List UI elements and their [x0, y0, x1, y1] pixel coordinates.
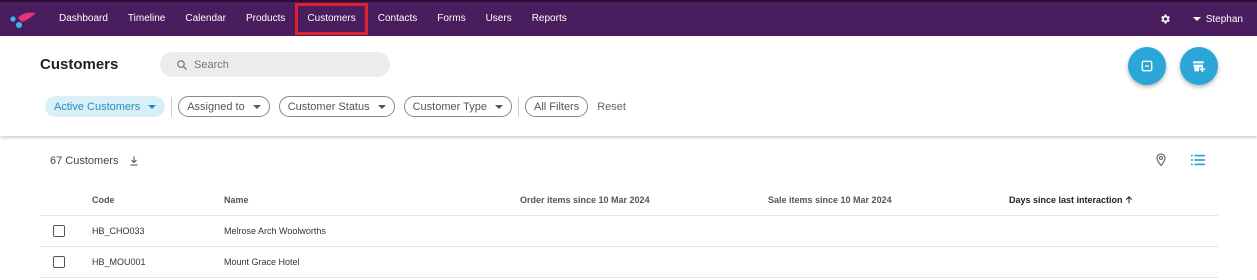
view-toggle: [1155, 153, 1205, 167]
filter-label: Assigned to: [187, 100, 245, 113]
column-header-name[interactable]: Name: [224, 185, 249, 216]
download-icon[interactable]: [128, 155, 140, 167]
chevron-down-icon: [495, 104, 503, 109]
customer-count-row: 67 Customers: [50, 155, 140, 167]
nav-contacts[interactable]: Contacts: [368, 2, 427, 36]
nav-timeline[interactable]: Timeline: [118, 2, 175, 36]
nav-forms[interactable]: Forms: [427, 2, 475, 36]
app-logo[interactable]: [8, 10, 38, 30]
add-store-icon: [1193, 61, 1205, 72]
row-code: HB_MOU001: [92, 257, 146, 267]
nav-calendar[interactable]: Calendar: [175, 2, 236, 36]
customer-count: 67 Customers: [50, 155, 119, 167]
filter-label: Customer Status: [287, 100, 370, 113]
page-header: Customers Active Customers Assigned to: [0, 36, 1257, 136]
chevron-down-icon: [148, 104, 157, 109]
archive-icon: [1141, 60, 1153, 72]
map-pin-icon[interactable]: [1155, 153, 1167, 167]
table-header: Code Name Order items since 10 Mar 2024 …: [40, 185, 1218, 216]
chevron-down-icon: [252, 104, 261, 109]
add-customer-button[interactable]: [1180, 47, 1218, 85]
list-view-icon[interactable]: [1191, 154, 1205, 166]
main-nav: Dashboard Timeline Calendar Products Cus…: [49, 2, 577, 36]
user-name: Stephan: [1205, 13, 1243, 25]
table-row[interactable]: HB_MOU001 Mount Grace Hotel: [40, 247, 1218, 278]
filter-bar: Active Customers Assigned to Customer St…: [45, 96, 626, 117]
all-filters-button[interactable]: All Filters: [525, 96, 589, 117]
filter-assigned-to[interactable]: Assigned to: [178, 96, 270, 117]
column-header-sale-items[interactable]: Sale items since 10 Mar 2024: [768, 185, 892, 216]
search-input[interactable]: [194, 58, 374, 71]
column-header-order-items[interactable]: Order items since 10 Mar 2024: [520, 185, 650, 216]
row-checkbox[interactable]: [53, 256, 65, 268]
user-menu[interactable]: Stephan: [1192, 13, 1243, 25]
nav-reports[interactable]: Reports: [522, 2, 577, 36]
chevron-down-icon: [377, 104, 386, 109]
nav-products[interactable]: Products: [236, 2, 295, 36]
nav-users[interactable]: Users: [476, 2, 522, 36]
export-button[interactable]: [1128, 47, 1166, 85]
filter-customer-type[interactable]: Customer Type: [403, 96, 512, 117]
filter-label: All Filters: [534, 100, 580, 113]
divider: [518, 96, 519, 117]
nav-right: Stephan: [1159, 2, 1243, 36]
filter-active-customers[interactable]: Active Customers: [45, 96, 166, 117]
row-name[interactable]: Melrose Arch Woolworths: [224, 216, 326, 247]
gear-icon[interactable]: [1159, 13, 1171, 25]
page-title: Customers: [40, 56, 119, 73]
row-name[interactable]: Mount Grace Hotel: [224, 247, 300, 278]
customers-table: Code Name Order items since 10 Mar 2024 …: [40, 185, 1218, 278]
nav-dashboard[interactable]: Dashboard: [49, 2, 118, 36]
search-box[interactable]: [160, 52, 390, 77]
column-header-days-label: Days since last interaction: [1009, 195, 1123, 205]
row-checkbox[interactable]: [53, 225, 65, 237]
filter-label: Customer Type: [412, 100, 487, 113]
filter-customer-status[interactable]: Customer Status: [278, 96, 395, 117]
filter-label: Active Customers: [54, 100, 141, 113]
nav-customers[interactable]: Customers: [295, 3, 368, 35]
reset-button[interactable]: Reset: [597, 101, 626, 113]
arrow-up-icon: [1125, 196, 1133, 204]
chevron-down-icon: [1192, 17, 1201, 21]
table-row[interactable]: HB_CHO033 Melrose Arch Woolworths: [40, 216, 1218, 247]
column-header-days-since[interactable]: Days since last interaction: [1009, 185, 1133, 216]
top-nav-bar: Dashboard Timeline Calendar Products Cus…: [0, 0, 1257, 36]
column-header-code[interactable]: Code: [92, 185, 115, 216]
search-icon: [177, 59, 187, 70]
row-code: HB_CHO033: [92, 226, 145, 236]
divider: [171, 96, 173, 117]
